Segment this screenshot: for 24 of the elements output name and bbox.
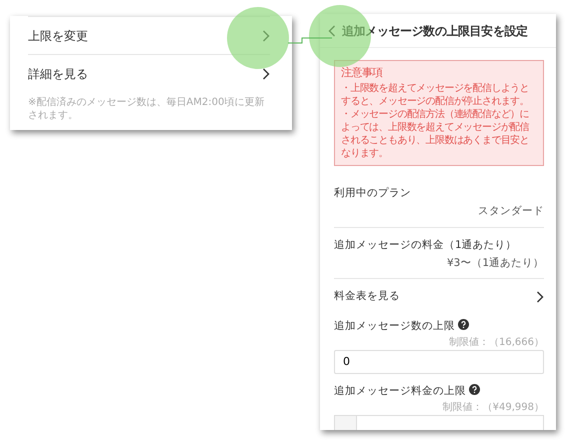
menu-item-label: 詳細を見る: [28, 66, 88, 82]
field-label: 追加メッセージ料金の上限: [334, 384, 466, 397]
info-label: 追加メッセージの料金（1通あたり）: [334, 238, 518, 253]
input-field[interactable]: 0: [334, 350, 544, 374]
chevron-right-icon[interactable]: [262, 68, 270, 80]
price-table-link[interactable]: 料金表を見る: [334, 279, 544, 310]
update-note: ※配信済みのメッセージ数は、毎日AM2:00頃に更新されます。: [28, 96, 266, 122]
limit-text: 制限値：（16,666）: [448, 336, 544, 350]
notice-title: 注意事項: [341, 66, 384, 80]
menu-item-label: 上限を変更: [28, 28, 88, 44]
info-value: スタンダード: [477, 204, 544, 220]
chevron-right-icon[interactable]: [536, 291, 544, 304]
limit-text: 制限値：（¥49,998）: [442, 400, 544, 415]
info-value: ¥3〜（1通あたり）: [446, 256, 544, 271]
panel-title: 追加メッセージ数の上限目安を設定: [342, 22, 528, 40]
info-label: 利用中のプラン: [334, 186, 412, 202]
help-icon[interactable]: [458, 319, 469, 330]
connector-line: [288, 38, 332, 44]
notice-text: ・上限数を超えてメッセージを配信しようとすると、メッセージの配信が停止されます。: [341, 82, 530, 108]
field-label: 追加メッセージ数の上限: [334, 320, 455, 332]
help-icon[interactable]: [469, 384, 480, 395]
menu-item[interactable]: 上限を変更: [28, 16, 270, 54]
notice-text: ・メッセージの配信方法（連続配信など）によっては、上限数を超えてメッセージが配信されることもあり、上限数はあくまで目安となります。: [341, 108, 530, 160]
menu-item[interactable]: 詳細を見る: [28, 54, 270, 92]
